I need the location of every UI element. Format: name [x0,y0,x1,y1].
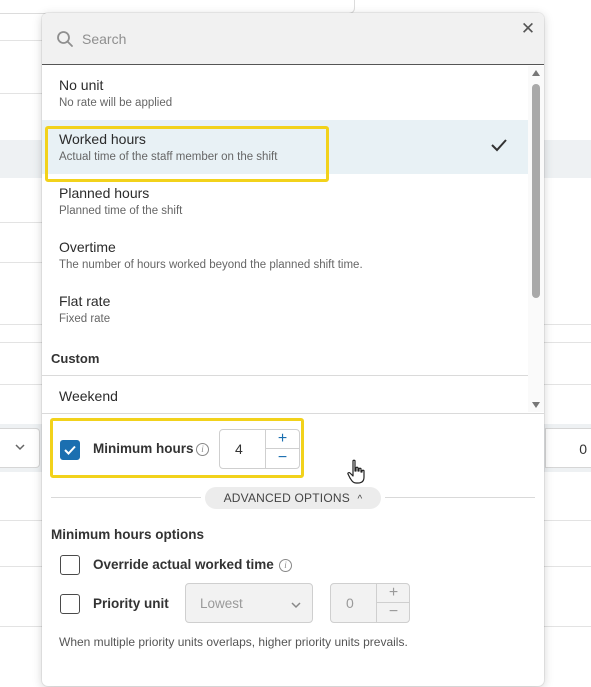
decrement-button[interactable]: − [266,449,299,468]
checkmark-icon [64,445,76,455]
unit-option-weekend[interactable]: Weekend [59,388,118,404]
unit-option-flat-rate[interactable]: Flat rate Fixed rate [42,282,528,336]
unit-title: No unit [59,77,104,93]
override-label: Override actual worked time [93,557,274,572]
minimum-hours-value[interactable]: 4 [235,441,243,457]
unit-option-no-unit[interactable]: No unit No rate will be applied [42,66,528,120]
scroll-thumb[interactable] [532,84,540,298]
unit-title: Overtime [59,239,116,255]
info-icon[interactable]: i [196,443,209,456]
chevron-down-icon [291,602,301,609]
scroll-up-arrow-icon[interactable] [532,70,540,76]
decrement-button[interactable]: − [377,603,410,622]
unit-list: No unit No rate will be applied Worked h… [42,66,544,413]
group-label-custom: Custom [51,351,100,366]
advanced-options-toggle[interactable]: ADVANCED OPTIONS ^ [205,487,381,509]
priority-stepper[interactable]: 0 + − [330,583,410,623]
stepper-buttons: + − [265,430,299,468]
close-icon[interactable]: ✕ [520,20,536,37]
minimum-hours-stepper[interactable]: 4 + − [219,429,300,469]
minimum-hours-checkbox[interactable] [60,440,80,460]
unit-title: Planned hours [59,185,150,201]
minimum-hours-options-title: Minimum hours options [51,527,204,542]
search-bar: ✕ [42,13,544,65]
bg-select[interactable] [0,428,40,468]
bg-divider [0,222,42,223]
scroll-down-arrow-icon[interactable] [532,402,540,408]
chevron-down-icon [15,444,25,451]
increment-button[interactable]: + [266,430,299,449]
priority-select-value: Lowest [200,596,243,611]
unit-dropdown-panel: ✕ No unit No rate will be applied Worked… [42,13,544,686]
bg-value: 0 [579,441,587,457]
bg-divider [0,262,42,263]
unit-title: Worked hours [59,131,146,147]
search-input[interactable] [82,27,502,51]
unit-desc: Fixed rate [59,313,111,325]
advanced-options-label: ADVANCED OPTIONS [223,491,350,505]
unit-option-overtime[interactable]: Overtime The number of hours worked beyo… [42,228,528,282]
unit-desc: Actual time of the staff member on the s… [59,151,278,163]
advanced-divider [385,497,535,498]
unit-title: Flat rate [59,293,111,309]
priority-select[interactable]: Lowest [185,583,313,623]
priority-unit-label: Priority unit [93,596,169,611]
unit-option-planned-hours[interactable]: Planned hours Planned time of the shift [42,174,528,228]
unit-desc: Planned time of the shift [59,205,183,217]
background-input [0,0,355,14]
increment-button[interactable]: + [377,584,410,603]
hand-cursor-icon [347,459,365,484]
priority-value[interactable]: 0 [346,595,354,611]
override-checkbox[interactable] [60,555,80,575]
scrollbar[interactable] [528,66,544,412]
chevron-up-icon: ^ [357,494,363,505]
bg-divider [0,40,42,41]
list-divider [42,413,544,414]
search-icon [57,31,73,47]
priority-note: When multiple priority units overlaps, h… [59,635,408,649]
stepper-buttons: + − [376,584,410,622]
priority-unit-checkbox[interactable] [60,594,80,614]
bg-value-field[interactable]: 0 [545,428,591,468]
unit-desc: The number of hours worked beyond the pl… [59,259,363,271]
info-icon[interactable]: i [279,559,292,572]
checkmark-icon [491,139,507,152]
unit-desc: No rate will be applied [59,97,173,109]
unit-option-worked-hours[interactable]: Worked hours Actual time of the staff me… [42,120,528,174]
advanced-divider [51,497,201,498]
minimum-hours-label: Minimum hours [93,441,194,456]
group-divider [42,375,528,376]
bg-divider [0,93,42,94]
